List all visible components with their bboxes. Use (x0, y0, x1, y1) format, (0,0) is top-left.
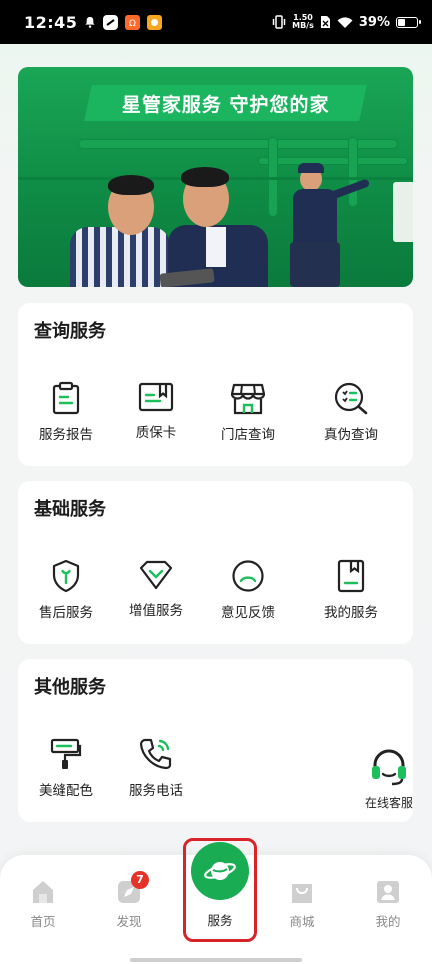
status-right: 1.50 MB/s 39% (272, 14, 421, 30)
home-icon (33, 881, 53, 903)
section-title: 基础服务 (34, 499, 106, 520)
query-services-card: 查询服务 服务报告 质保卡 门店查询 真伪查询 (18, 303, 413, 466)
nav-profile[interactable]: 我的 (358, 879, 418, 930)
status-time: 12:45 (24, 12, 78, 32)
section-title: 查询服务 (34, 321, 106, 342)
headset-icon (372, 749, 406, 786)
store-icon (230, 383, 266, 415)
active-highlight-box (183, 838, 257, 942)
no-sim-icon (320, 16, 330, 28)
phone-icon (139, 738, 172, 770)
item-label: 门店查询 (221, 427, 275, 443)
online-service-button[interactable]: 在线客服 (362, 748, 416, 811)
feedback-item[interactable]: 意见反馈 (200, 559, 296, 621)
banner-title: 星管家服务 守护您的家 (121, 93, 330, 116)
nav-mall[interactable]: 商城 (272, 879, 332, 930)
grout-color-item[interactable]: 美缝配色 (18, 737, 114, 799)
item-label: 意见反馈 (221, 605, 275, 621)
store-query-item[interactable]: 门店查询 (200, 381, 296, 443)
banner-pipe (258, 157, 408, 165)
online-service-label: 在线客服 (364, 796, 413, 810)
speed-unit: MB/s (292, 21, 314, 30)
gallery-notification-icon (147, 14, 163, 30)
warranty-card-icon (138, 382, 174, 412)
battery-percent: 39% (358, 14, 390, 30)
verify-search-icon (334, 382, 368, 415)
after-sales-item[interactable]: 售后服务 (18, 559, 114, 621)
app-notification-icon (103, 14, 119, 30)
item-label: 服务电话 (129, 783, 183, 799)
network-speed: 1.50 MB/s (292, 14, 314, 30)
item-label: 真伪查询 (324, 427, 378, 443)
paint-roller-icon (50, 738, 82, 769)
nav-label: 商城 (289, 914, 315, 929)
boiler-unit (393, 182, 413, 242)
discover-badge: 7 (131, 871, 149, 889)
basic-services-card: 基础服务 售后服务 增值服务 意见反馈 我的服务 (18, 481, 413, 644)
service-report-item[interactable]: 服务报告 (18, 381, 114, 443)
value-added-item[interactable]: 增值服务 (108, 559, 204, 619)
nav-label: 我的 (375, 914, 401, 929)
shield-wrench-icon (52, 559, 80, 593)
notification-bell-icon (85, 16, 96, 28)
nav-label: 发现 (116, 914, 142, 929)
status-bar: 12:45 Ω 1.50 MB/s 39% (0, 0, 432, 44)
home-indicator[interactable] (130, 958, 302, 962)
item-label: 我的服务 (324, 605, 378, 621)
promo-banner[interactable]: 星管家服务 守护您的家 (18, 67, 413, 287)
authenticity-query-item[interactable]: 真伪查询 (303, 381, 399, 443)
other-services-card: 其他服务 美缝配色 服务电话 (18, 659, 413, 822)
banner-pipe (348, 137, 358, 207)
service-hotline-item[interactable]: 服务电话 (108, 737, 204, 799)
nav-label: 首页 (30, 914, 56, 929)
item-label: 服务报告 (39, 427, 93, 443)
svg-text:Ω: Ω (129, 19, 136, 29)
profile-icon (377, 881, 399, 903)
wifi-icon (337, 16, 353, 28)
banner-title-ribbon: 星管家服务 守护您的家 (84, 85, 367, 121)
status-left: 12:45 Ω (24, 12, 163, 32)
shopping-bag-icon (292, 884, 312, 903)
vibrate-icon (272, 15, 286, 29)
diamond-icon (139, 560, 173, 590)
item-label: 美缝配色 (39, 783, 93, 799)
section-title: 其他服务 (34, 677, 106, 698)
nav-discover[interactable]: 7 发现 (99, 871, 159, 930)
item-label: 售后服务 (39, 605, 93, 621)
weibo-notification-icon: Ω (125, 14, 141, 30)
feedback-face-icon (232, 560, 264, 592)
bookmark-doc-icon (337, 559, 365, 593)
item-label: 增值服务 (129, 603, 183, 619)
warranty-card-item[interactable]: 质保卡 (108, 381, 204, 441)
clipboard-report-icon (52, 381, 80, 415)
nav-home[interactable]: 首页 (13, 879, 73, 930)
battery-icon (396, 16, 421, 28)
my-services-item[interactable]: 我的服务 (303, 559, 399, 621)
item-label: 质保卡 (135, 425, 177, 441)
